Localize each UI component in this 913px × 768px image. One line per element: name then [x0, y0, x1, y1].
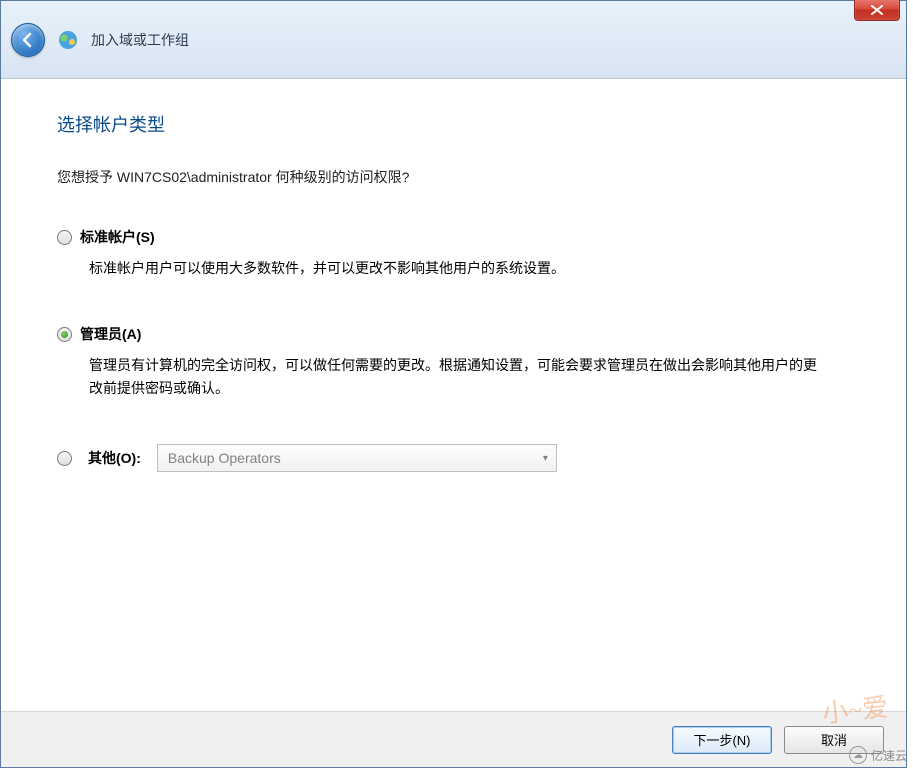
other-group-dropdown[interactable]: Backup Operators ▾	[157, 444, 557, 472]
page-heading: 选择帐户类型	[57, 111, 850, 137]
chevron-down-icon: ▾	[543, 453, 548, 464]
watermark-brand: ☁ 亿速云	[849, 746, 907, 764]
dialog-window: 加入域或工作组 选择帐户类型 您想授予 WIN7CS02\administrat…	[0, 0, 907, 768]
close-button[interactable]	[854, 0, 900, 21]
titlebar-controls	[854, 0, 900, 21]
option-other: 其他(O): Backup Operators ▾	[57, 444, 850, 472]
option-standard: 标准帐户(S) 标准帐户用户可以使用大多数软件，并可以更改不影响其他用户的系统设…	[57, 227, 850, 280]
wizard-title: 加入域或工作组	[91, 30, 189, 50]
watermark-brand-text: 亿速云	[871, 747, 907, 764]
radio-standard[interactable]	[57, 230, 72, 245]
option-administrator-label[interactable]: 管理员(A)	[80, 324, 141, 344]
option-standard-description: 标准帐户用户可以使用大多数软件，并可以更改不影响其他用户的系统设置。	[89, 257, 829, 280]
cloud-icon: ☁	[849, 746, 867, 764]
radio-other[interactable]	[57, 451, 72, 466]
next-button[interactable]: 下一步(N)	[672, 726, 772, 754]
dropdown-selected-value: Backup Operators	[168, 450, 281, 466]
back-button[interactable]	[11, 23, 45, 57]
option-standard-label[interactable]: 标准帐户(S)	[80, 227, 155, 247]
option-administrator: 管理员(A) 管理员有计算机的完全访问权，可以做任何需要的更改。根据通知设置，可…	[57, 324, 850, 400]
option-administrator-description: 管理员有计算机的完全访问权，可以做任何需要的更改。根据通知设置，可能会要求管理员…	[89, 354, 829, 400]
network-domain-icon	[57, 29, 79, 51]
close-icon	[871, 5, 883, 15]
button-row: 下一步(N) 取消	[1, 711, 906, 767]
wizard-header: 加入域或工作组	[1, 1, 906, 79]
prompt-text: 您想授予 WIN7CS02\administrator 何种级别的访问权限?	[57, 167, 850, 187]
option-other-label[interactable]: 其他(O):	[88, 448, 141, 468]
arrow-left-icon	[19, 31, 37, 49]
content-area: 选择帐户类型 您想授予 WIN7CS02\administrator 何种级别的…	[1, 79, 906, 767]
radio-administrator[interactable]	[57, 327, 72, 342]
